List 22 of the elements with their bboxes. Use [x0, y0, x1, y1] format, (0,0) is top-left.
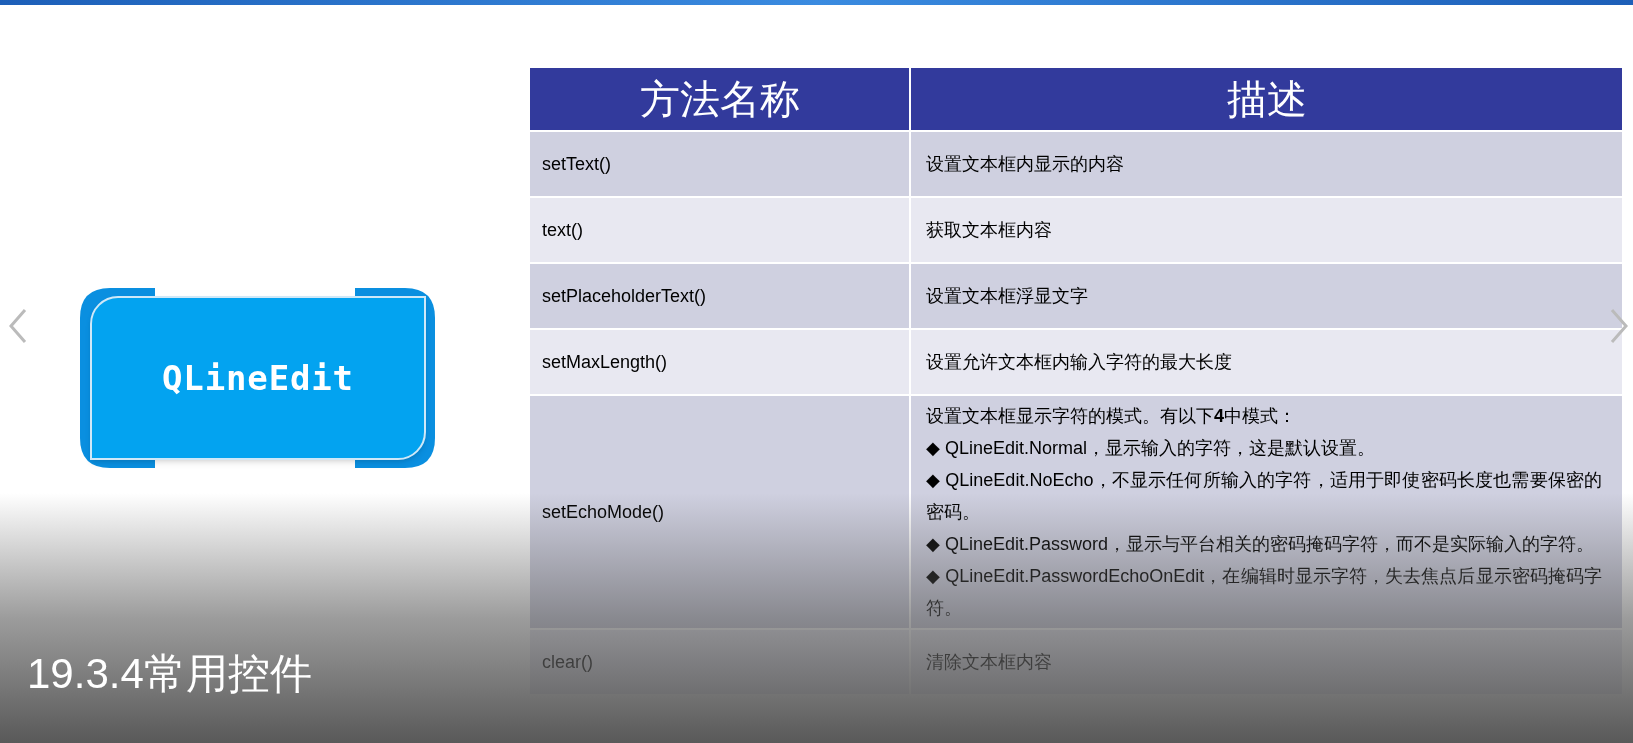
next-icon[interactable] [1609, 308, 1629, 344]
description-text: 设置允许文本框内输入字符的最大长度 [926, 351, 1233, 374]
table-cell: setText() [530, 132, 909, 196]
description-text: ◆ QLineEdit.PasswordEchoOnEdit，在编辑时显示字符，失去焦点后显示密码掩码字符。 [926, 565, 1602, 620]
table-cell: setMaxLength() [530, 330, 909, 394]
table-cell: text() [530, 198, 909, 262]
table-cell: setEchoMode() [530, 396, 909, 628]
previous-icon[interactable] [8, 308, 28, 344]
description-text: 获取文本框内容 [926, 219, 1053, 242]
column-header: 描述 [911, 68, 1622, 130]
table-cell: setPlaceholderText() [530, 264, 909, 328]
description-text: 设置文本框内显示的内容 [926, 153, 1125, 176]
column-header: 方法名称 [530, 68, 909, 130]
description-text: ◆ QLineEdit.Password，显示与平台相关的密码掩码字符，而不是实际输入的字符。 [926, 533, 1596, 556]
description-text: ◆ QLineEdit.Normal，显示输入的字符，这是默认设置。 [926, 437, 1377, 460]
section-title: 19.3.4常用控件 [27, 649, 312, 699]
card-title: QLineEdit [162, 356, 354, 400]
table-cell: clear() [530, 630, 909, 694]
description-text: 设置文本框显示字符的模式。有以下4中模式： [926, 405, 1297, 428]
description-text: 设置文本框浮显文字 [926, 285, 1089, 308]
description-text: ◆ QLineEdit.NoEcho，不显示任何所输入的字符，适用于即使密码长度也需要保密的密码。 [926, 469, 1602, 524]
description-text: 清除文本框内容 [926, 651, 1053, 674]
